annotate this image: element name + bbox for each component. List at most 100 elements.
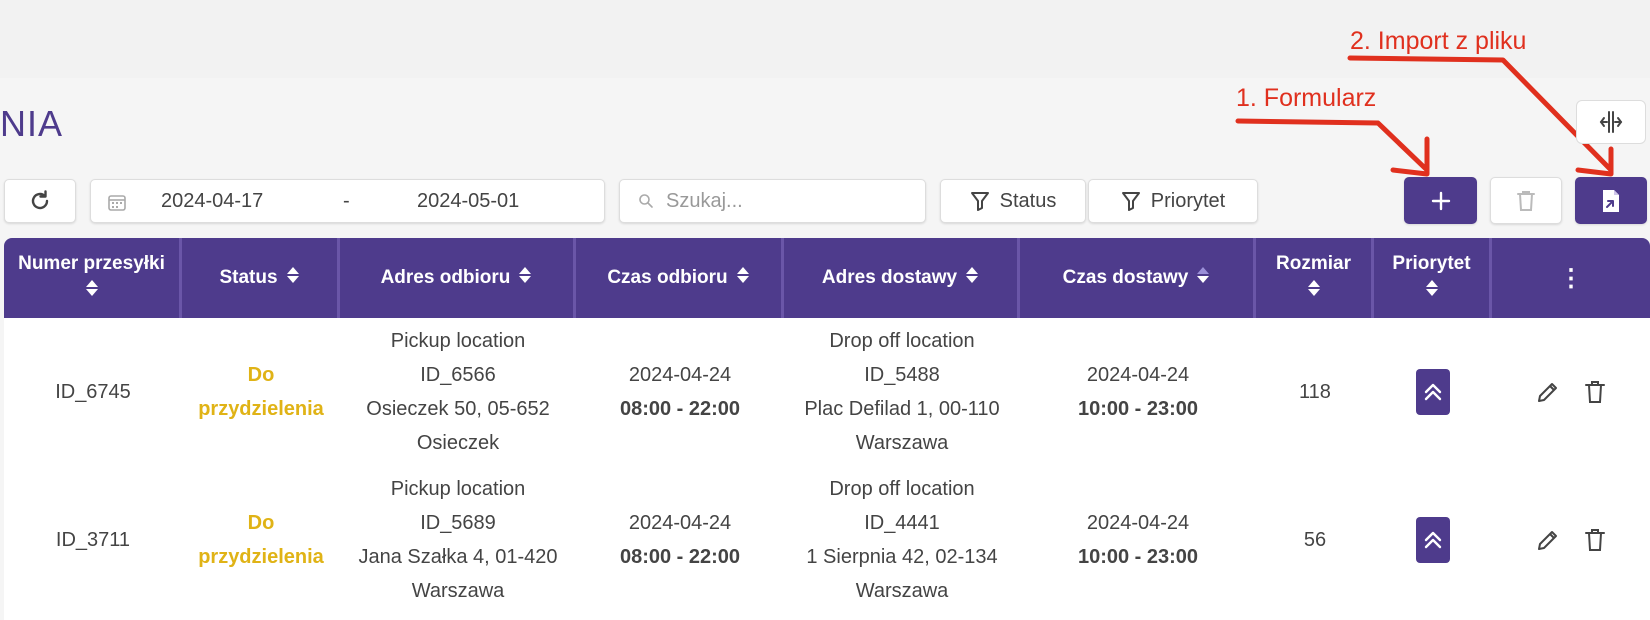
sort-icon[interactable] <box>85 278 99 307</box>
date-to[interactable]: 2024-05-01 <box>417 190 519 213</box>
cell-priority <box>1374 318 1492 466</box>
cell-pickup-address: Pickup location ID_5689 Jana Szałka 4, 0… <box>340 466 576 614</box>
cell-shipment-number: ID_3711 <box>55 529 131 551</box>
filter-priority-button[interactable]: Priorytet <box>1088 179 1258 223</box>
header-label: Adres dostawy <box>821 267 958 288</box>
pickup-date: 2024-04-24 <box>628 364 732 386</box>
status-line: Do <box>247 512 275 534</box>
filter-icon <box>1121 192 1140 211</box>
address-line: Jana Szałka 4, 01-420 <box>358 546 558 568</box>
delivery-time-window: 10:00 - 23:00 <box>1077 398 1199 420</box>
cell-delivery-address: Drop off location ID_5488 Plac Defilad 1… <box>784 318 1020 466</box>
cell-size: 118 <box>1299 381 1331 403</box>
sort-icon-active[interactable] <box>1196 265 1210 291</box>
cell-pickup-address: Pickup location ID_6566 Osieczek 50, 05-… <box>340 318 576 466</box>
form-arrow <box>1235 118 1430 173</box>
more-vertical-icon[interactable]: ⋮ <box>1559 264 1583 293</box>
trash-icon <box>1517 190 1535 211</box>
delivery-date: 2024-04-24 <box>1086 364 1190 386</box>
sort-icon[interactable] <box>965 265 979 291</box>
trash-icon[interactable] <box>1583 527 1607 553</box>
cell-priority <box>1374 466 1492 614</box>
address-line: ID_6566 <box>420 364 496 386</box>
search-placeholder: Szukaj... <box>666 189 743 212</box>
delivery-date: 2024-04-24 <box>1086 512 1190 534</box>
refresh-icon <box>31 190 49 210</box>
cell-actions <box>1492 466 1650 614</box>
column-resize-toggle[interactable] <box>1576 100 1646 144</box>
delete-selected-button[interactable] <box>1490 177 1562 224</box>
search-icon <box>639 194 653 208</box>
column-header-size[interactable]: Rozmiar <box>1256 238 1374 318</box>
address-line: Osieczek 50, 05-652 <box>366 398 550 420</box>
cell-actions <box>1492 318 1650 466</box>
date-separator: - <box>343 190 350 212</box>
table-body: ID_6745 Do przydzielenia Pickup location… <box>4 318 1650 620</box>
edit-pencil-icon[interactable] <box>1535 527 1561 553</box>
header-label: Adres odbioru <box>380 267 511 288</box>
import-arrow <box>1347 55 1614 173</box>
delivery-time-window: 10:00 - 23:00 <box>1077 546 1199 568</box>
plus-icon <box>1431 191 1450 210</box>
double-chevron-up-icon <box>1424 383 1442 401</box>
column-header-delivery-address[interactable]: Adres dostawy <box>784 238 1020 318</box>
column-header-priority[interactable]: Priorytet <box>1374 238 1492 318</box>
search-input[interactable]: Szukaj... <box>619 179 926 223</box>
double-chevron-up-icon <box>1424 531 1442 549</box>
header-label: Rozmiar <box>1276 252 1351 274</box>
address-line: 1 Sierpnia 42, 02-134 <box>806 546 998 568</box>
table-row[interactable]: ID_6745 Do przydzielenia Pickup location… <box>4 318 1650 466</box>
address-line: Pickup location <box>390 478 526 500</box>
address-line: Drop off location <box>829 330 975 352</box>
status-line: przydzielenia <box>198 398 324 420</box>
sort-icon[interactable] <box>736 265 750 291</box>
filter-priority-label: Priorytet <box>1150 189 1226 212</box>
cell-pickup-time: 2024-04-24 08:00 - 22:00 <box>576 318 784 466</box>
status-line: przydzielenia <box>198 546 324 568</box>
address-line: Osieczek <box>416 432 500 454</box>
column-header-status[interactable]: Status <box>182 238 340 318</box>
address-line: Warszawa <box>855 580 949 602</box>
column-header-delivery-time[interactable]: Czas dostawy <box>1020 238 1256 318</box>
calendar-icon <box>108 195 126 211</box>
cell-delivery-time: 2024-04-24 10:00 - 23:00 <box>1020 466 1256 614</box>
add-shipment-button[interactable] <box>1404 177 1477 224</box>
filter-status-button[interactable]: Status <box>940 179 1086 223</box>
filter-icon <box>970 192 989 211</box>
cell-pickup-time: 2024-04-24 08:00 - 22:00 <box>576 466 784 614</box>
cell-delivery-address: Drop off location ID_4441 1 Sierpnia 42,… <box>784 466 1020 614</box>
import-file-button[interactable] <box>1575 177 1647 224</box>
sort-icon[interactable] <box>518 265 532 291</box>
cell-shipment-number: ID_6745 <box>55 381 131 403</box>
cell-status: Do przydzielenia <box>182 466 340 614</box>
cell-size: 56 <box>1303 529 1327 551</box>
sort-icon[interactable] <box>1425 278 1439 307</box>
sort-icon[interactable] <box>1307 278 1321 307</box>
filter-status-label: Status <box>999 189 1057 212</box>
column-resize-icon <box>1599 111 1623 133</box>
date-range-picker[interactable]: 2024-04-17 - 2024-05-01 <box>90 179 605 223</box>
address-line: Drop off location <box>829 478 975 500</box>
priority-high-badge <box>1416 369 1450 415</box>
trash-icon[interactable] <box>1583 379 1607 405</box>
edit-pencil-icon[interactable] <box>1535 379 1561 405</box>
table-row[interactable]: ID_3711 Do przydzielenia Pickup location… <box>4 466 1650 614</box>
address-line: Warszawa <box>411 580 505 602</box>
status-line: Do <box>247 364 275 386</box>
priority-high-badge <box>1416 517 1450 563</box>
address-line: Plac Defilad 1, 00-110 <box>804 398 1000 420</box>
refresh-button[interactable] <box>4 179 76 223</box>
address-line: ID_5689 <box>420 512 496 534</box>
header-label: Czas dostawy <box>1062 267 1189 288</box>
header-label: Czas odbioru <box>607 267 728 288</box>
sort-icon[interactable] <box>286 265 300 291</box>
column-header-pickup-address[interactable]: Adres odbioru <box>340 238 576 318</box>
pickup-time-window: 08:00 - 22:00 <box>619 398 741 420</box>
column-header-pickup-time[interactable]: Czas odbioru <box>576 238 784 318</box>
pickup-time-window: 08:00 - 22:00 <box>619 546 741 568</box>
column-options-menu[interactable]: ⋮ <box>1492 238 1650 318</box>
date-from[interactable]: 2024-04-17 <box>161 190 263 213</box>
column-header-shipment-number[interactable]: Numer przesyłki <box>4 238 182 318</box>
cell-delivery-time: 2024-04-24 10:00 - 23:00 <box>1020 318 1256 466</box>
address-line: Warszawa <box>855 432 949 454</box>
